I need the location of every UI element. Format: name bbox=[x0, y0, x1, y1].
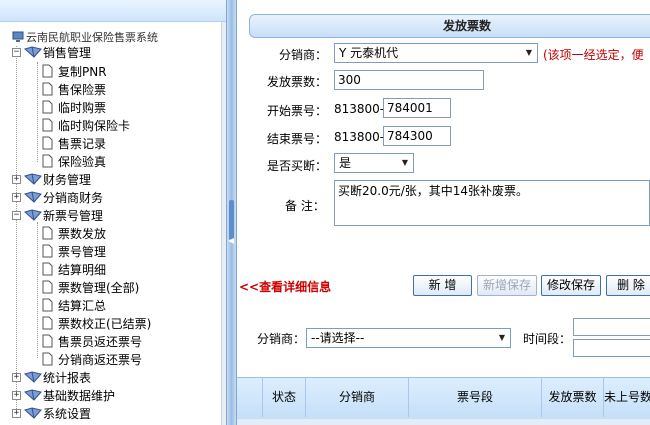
tree-item-ticket-number-management[interactable]: − 新票号管理 bbox=[12, 206, 103, 224]
page-icon bbox=[42, 262, 53, 276]
tree-item-sales-management[interactable]: − 销售管理 bbox=[12, 43, 91, 61]
book-icon bbox=[24, 209, 42, 221]
tree-item-temp-ticket[interactable]: 临时购票 bbox=[34, 98, 106, 116]
page-icon bbox=[42, 352, 53, 366]
add-button[interactable]: 新 增 bbox=[413, 275, 472, 296]
page-icon bbox=[42, 334, 53, 348]
count-input[interactable]: 300 bbox=[334, 70, 484, 90]
collapse-arrow-icon[interactable]: ◀ bbox=[228, 236, 234, 245]
start-label: 开始票号： bbox=[267, 104, 328, 118]
tree-item-seller-return[interactable]: 售票员返还票号 bbox=[34, 332, 142, 350]
tree-item-settlement-summary[interactable]: 结算汇总 bbox=[34, 296, 106, 314]
end-prefix: 813800- bbox=[334, 130, 385, 144]
start-prefix: 813800- bbox=[334, 102, 385, 116]
edit-save-button[interactable]: 修改保存 bbox=[541, 275, 601, 296]
add-save-button[interactable]: 新增保存 bbox=[477, 275, 537, 296]
page-icon bbox=[42, 226, 53, 240]
remark-label: 备 注： bbox=[285, 199, 325, 213]
buyout-label: 是否买断： bbox=[267, 159, 328, 173]
book-icon bbox=[24, 46, 42, 58]
tree-item-copy-pnr[interactable]: 复制PNR bbox=[34, 62, 107, 80]
chevron-down-icon[interactable]: ▼ bbox=[399, 156, 411, 170]
table-header-blank bbox=[237, 377, 263, 417]
tree-root: 云南民航职业保险售票系统 bbox=[12, 30, 158, 44]
panel-splitter[interactable]: ◀ bbox=[226, 0, 237, 425]
page-icon bbox=[42, 82, 53, 96]
distributor-select[interactable]: Y 元泰机代 ▼ bbox=[334, 43, 538, 63]
start-date-input[interactable] bbox=[573, 318, 650, 336]
page-icon bbox=[42, 298, 53, 312]
remark-textarea[interactable]: 买断20.0元/张，其中14张补废票。 bbox=[334, 180, 650, 226]
column-issued-count[interactable]: 发放票数 bbox=[542, 377, 604, 417]
book-icon bbox=[24, 371, 42, 383]
column-unused-count[interactable]: 未上号数 bbox=[604, 377, 650, 417]
tree-item-ticket-correction[interactable]: 票数校正(已结票) bbox=[34, 314, 151, 332]
tree-item-base-data[interactable]: + 基础数据维护 bbox=[12, 386, 115, 404]
delete-button[interactable]: 删 除 bbox=[606, 275, 650, 296]
tree-item-system-settings[interactable]: + 系统设置 bbox=[12, 404, 91, 422]
tree-header-strip bbox=[0, 0, 226, 22]
tree-item-distributor-finance[interactable]: + 分销商财务 bbox=[12, 188, 103, 206]
form-title: 发放票数 bbox=[249, 14, 650, 38]
book-icon bbox=[24, 173, 42, 185]
expand-icon[interactable]: + bbox=[12, 174, 21, 184]
expand-icon[interactable]: + bbox=[12, 192, 21, 202]
splitter-grip[interactable] bbox=[229, 200, 234, 240]
navigation-tree-panel: 云南民航职业保险售票系统 − 销售管理 复制PNR 售保险票 临时购票 临时购保… bbox=[0, 0, 226, 425]
tree-item-sales-records[interactable]: 售票记录 bbox=[34, 134, 106, 152]
computer-icon bbox=[12, 31, 24, 42]
page-icon bbox=[42, 316, 53, 330]
column-status[interactable]: 状态 bbox=[263, 377, 306, 417]
tree-item-ticket-management-all[interactable]: 票数管理(全部) bbox=[34, 278, 139, 296]
main-content: 发放票数 分销商： Y 元泰机代 ▼ (该项一经选定，便 发放票数： 300 开… bbox=[237, 0, 650, 425]
expand-icon[interactable]: + bbox=[12, 408, 21, 418]
page-icon bbox=[42, 118, 53, 132]
tree-item-insurance-verify[interactable]: 保险验真 bbox=[34, 152, 106, 170]
tree-item-ticket-issue[interactable]: 票数发放 bbox=[34, 224, 106, 242]
page-icon bbox=[42, 64, 53, 78]
chevron-down-icon[interactable]: ▼ bbox=[523, 46, 535, 60]
book-icon bbox=[24, 407, 42, 419]
page-icon bbox=[42, 244, 53, 258]
page-icon bbox=[42, 154, 53, 168]
page-icon bbox=[42, 280, 53, 294]
book-icon bbox=[24, 389, 42, 401]
tree-item-sell-insurance[interactable]: 售保险票 bbox=[34, 80, 106, 98]
book-icon bbox=[24, 191, 42, 203]
collapse-icon[interactable]: − bbox=[12, 47, 21, 57]
end-label: 结束票号： bbox=[267, 132, 328, 146]
tree-item-distributor-return[interactable]: 分销商返还票号 bbox=[34, 350, 142, 368]
filter-distributor-label: 分销商： bbox=[257, 332, 306, 346]
tree-item-temp-insurance-card[interactable]: 临时购保险卡 bbox=[34, 116, 130, 134]
tree-item-label: 销售管理 bbox=[43, 45, 92, 60]
tree-item-finance[interactable]: + 财务管理 bbox=[12, 170, 91, 188]
expand-icon[interactable]: + bbox=[12, 372, 21, 382]
column-distributor[interactable]: 分销商 bbox=[306, 377, 409, 417]
column-ticket-range[interactable]: 票号段 bbox=[409, 377, 542, 417]
start-number-input[interactable]: 784001 bbox=[383, 98, 451, 118]
tree-item-reports[interactable]: + 统计报表 bbox=[12, 368, 91, 386]
end-date-input[interactable] bbox=[573, 339, 650, 357]
tree-item-ticket-number[interactable]: 票号管理 bbox=[34, 242, 106, 260]
collapse-icon[interactable]: − bbox=[12, 210, 21, 220]
expand-icon[interactable]: + bbox=[12, 390, 21, 400]
distributor-label: 分销商： bbox=[279, 48, 328, 62]
table-row[interactable] bbox=[237, 419, 650, 425]
view-details-link[interactable]: <<查看详细信息 bbox=[239, 278, 331, 295]
page-icon bbox=[42, 100, 53, 114]
page-icon bbox=[42, 136, 53, 150]
count-label: 发放票数： bbox=[267, 75, 328, 89]
time-range-label: 时间段： bbox=[523, 332, 572, 346]
distributor-hint: (该项一经选定，便 bbox=[543, 48, 644, 62]
filter-distributor-select[interactable]: --请选择-- ▼ bbox=[306, 328, 511, 348]
tree-item-settlement-detail[interactable]: 结算明细 bbox=[34, 260, 106, 278]
buyout-select[interactable]: 是 ▼ bbox=[334, 153, 414, 173]
end-number-input[interactable]: 784300 bbox=[383, 126, 451, 146]
chevron-down-icon[interactable]: ▼ bbox=[496, 331, 508, 345]
